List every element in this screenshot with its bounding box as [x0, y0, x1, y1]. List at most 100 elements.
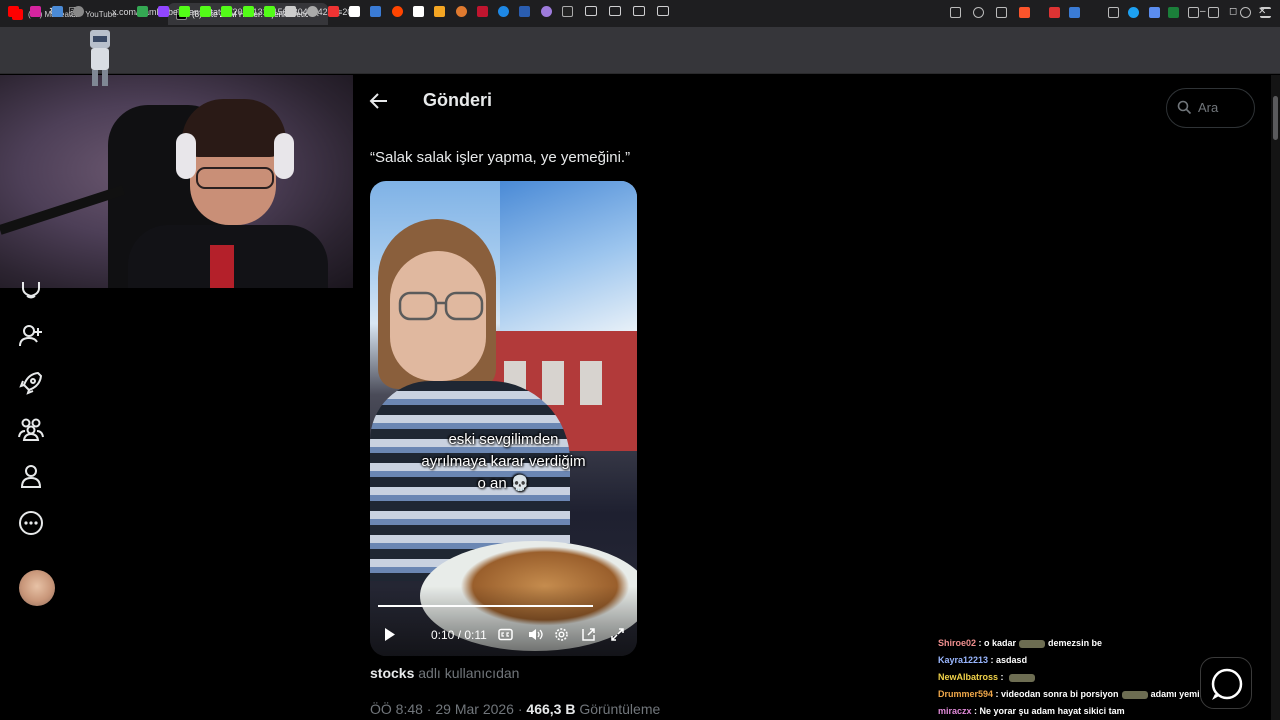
chat-text: videodan sonra bi porsiyon — [1001, 689, 1119, 699]
share-icon[interactable] — [996, 7, 1007, 18]
chat-text: asdasd — [996, 655, 1028, 665]
search-icon — [1177, 100, 1192, 115]
chat-text: Ne yorar şu adam hayat sikici tam — [979, 706, 1125, 716]
webcam-overlay — [0, 75, 353, 288]
bookmark-icon[interactable] — [477, 6, 488, 17]
chat-separator: : — [988, 655, 997, 665]
headset-right — [274, 133, 294, 179]
bookmark-folder-icon[interactable] — [609, 6, 621, 16]
attribution-user-link[interactable]: stocks — [370, 665, 414, 681]
bookmark-kick-icon[interactable] — [243, 6, 254, 17]
grok-icon — [1211, 668, 1243, 700]
extension-icon[interactable] — [1128, 7, 1139, 18]
follow-icon[interactable] — [18, 323, 44, 349]
bookmark-icon[interactable] — [328, 6, 339, 17]
bookmark-folder-icon[interactable] — [633, 6, 645, 16]
bookmark-folder-icon[interactable] — [585, 6, 597, 16]
video-progress-bar[interactable] — [378, 605, 593, 607]
pip-icon[interactable] — [581, 627, 596, 642]
bookmark-icon[interactable] — [434, 6, 445, 17]
bookmark-kick-icon[interactable] — [264, 6, 275, 17]
bookmark-twitch-icon[interactable] — [158, 6, 169, 17]
chat-username: Drummer594 — [938, 689, 994, 699]
glasses — [196, 167, 274, 189]
bookmark-p-icon[interactable] — [413, 6, 424, 17]
chat-username: Shiroe02 — [938, 638, 977, 648]
bookmark-reddit-icon[interactable] — [392, 6, 403, 17]
grok-button[interactable] — [1200, 657, 1252, 709]
volume-icon[interactable] — [528, 627, 543, 642]
minimize-button[interactable]: – — [1200, 6, 1206, 17]
rocket-icon[interactable] — [18, 370, 44, 396]
bookmark-translate-icon[interactable] — [52, 6, 63, 17]
tweet-timestamp[interactable]: ÖÖ 8:48 · 29 Mar 2026 · — [370, 701, 526, 717]
tweet-video[interactable]: eski sevgilimden ayrılmaya karar verdiği… — [370, 181, 637, 656]
chat-username: miraczx — [938, 706, 972, 716]
mascot-sticker — [90, 30, 110, 86]
video-caption: eski sevgilimden ayrılmaya karar verdiği… — [370, 429, 637, 495]
chat-text: o kadar — [984, 638, 1017, 648]
chat-message: Shiroe02 : o kadar demezsin be — [938, 635, 1258, 652]
sidebar-icon[interactable] — [1208, 7, 1219, 18]
bookmark-kick-icon[interactable] — [179, 6, 190, 17]
bookmark-x-icon[interactable] — [349, 6, 360, 17]
maximize-button[interactable]: ◻ — [1229, 6, 1237, 17]
bookmark-instagram-icon[interactable] — [30, 6, 41, 17]
puzzle-icon[interactable] — [1188, 7, 1199, 18]
tweet-text: “Salak salak işler yapma, ye yemeğini.” — [370, 149, 631, 166]
notifications-icon[interactable] — [18, 280, 44, 300]
bookmarks-bar — [0, 52, 1280, 74]
extension-icon[interactable] — [1049, 7, 1060, 18]
tweet-meta: ÖÖ 8:48 · 29 Mar 2026 · 466,3 B Görüntül… — [370, 701, 660, 717]
chat-emote-icon — [1121, 690, 1148, 699]
bookmark-icon[interactable] — [370, 6, 381, 17]
bookmark-globe-icon[interactable] — [73, 6, 84, 17]
chat-separator: : — [998, 672, 1007, 682]
fullscreen-icon[interactable] — [610, 627, 625, 642]
chat-text-after: demezsin be — [1048, 638, 1103, 648]
search-placeholder: Ara — [1198, 100, 1219, 115]
bookmark-kick-icon[interactable] — [221, 6, 232, 17]
bookmark-icon[interactable] — [541, 6, 552, 17]
scrollbar-thumb[interactable] — [1273, 96, 1278, 140]
more-options-icon[interactable] — [18, 510, 44, 536]
account-avatar[interactable] — [19, 570, 55, 606]
bookmark-icon[interactable] — [456, 6, 467, 17]
chat-separator: : — [976, 638, 985, 648]
back-arrow-icon[interactable] — [368, 90, 390, 112]
communities-icon[interactable] — [18, 416, 44, 442]
extension-icon[interactable] — [1168, 7, 1179, 18]
music-icon[interactable] — [1240, 7, 1251, 18]
extension-icon[interactable] — [1149, 7, 1160, 18]
menu-icon[interactable] — [1260, 7, 1271, 18]
chat-emote-icon — [1009, 673, 1036, 682]
attribution-suffix: adlı kullanıcıdan — [414, 665, 520, 681]
video-person-glasses — [398, 291, 484, 321]
microphone-arm — [0, 185, 126, 235]
profile-icon[interactable] — [18, 463, 44, 489]
bookmark-icon[interactable] — [562, 6, 573, 17]
bookmark-icon[interactable] — [307, 6, 318, 17]
settings-gear-icon[interactable] — [554, 627, 569, 642]
bookmark-kick-icon[interactable] — [200, 6, 211, 17]
extension-icon[interactable] — [1069, 7, 1080, 18]
brave-shield-icon[interactable] — [1019, 7, 1030, 18]
captions-icon[interactable] — [498, 627, 513, 642]
shirt-detail — [210, 245, 234, 288]
chat-emote-icon — [1019, 639, 1046, 648]
cast-icon[interactable] — [950, 7, 961, 18]
bookmark-mal-icon[interactable] — [519, 6, 530, 17]
chat-username: NewAlbatross — [938, 672, 999, 682]
bookmark-drive-icon[interactable] — [137, 6, 148, 17]
zoom-icon[interactable] — [973, 7, 984, 18]
chat-username: Kayra12213 — [938, 655, 989, 665]
page-scrollbar[interactable] — [1271, 75, 1280, 720]
streamer-hair — [182, 99, 286, 157]
page-title: Gönderi — [423, 90, 493, 110]
bookmark-anchor-icon[interactable] — [285, 6, 296, 17]
extension-icon[interactable] — [1108, 7, 1119, 18]
play-icon[interactable] — [382, 627, 397, 642]
bookmark-icon[interactable] — [498, 6, 509, 17]
bookmark-youtube-icon[interactable] — [8, 6, 19, 17]
bookmark-folder-icon[interactable] — [657, 6, 669, 16]
